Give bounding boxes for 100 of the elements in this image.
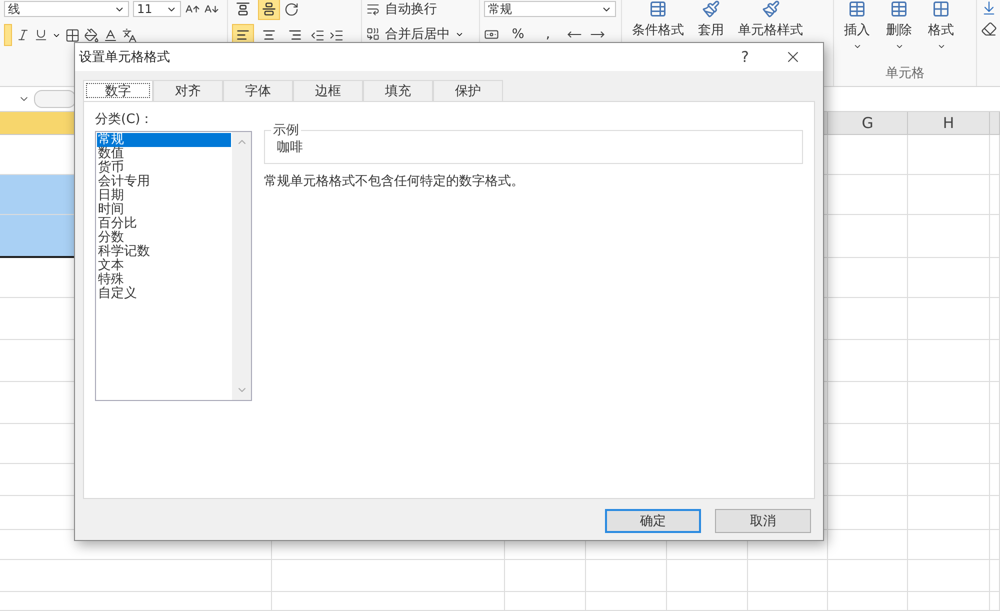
sheet-cell[interactable] bbox=[828, 258, 908, 298]
category-item[interactable]: 会计专用 bbox=[97, 175, 231, 189]
category-item[interactable]: 常规 bbox=[97, 133, 231, 147]
sheet-cell[interactable] bbox=[667, 592, 748, 611]
sheet-cell[interactable] bbox=[828, 340, 908, 382]
sheet-cell[interactable] bbox=[908, 382, 990, 424]
column-header[interactable]: H bbox=[908, 112, 990, 135]
formula-bar-handle[interactable] bbox=[34, 90, 76, 108]
sheet-cell[interactable] bbox=[0, 592, 272, 611]
sheet-cell[interactable] bbox=[990, 496, 1000, 530]
sheet-cell[interactable] bbox=[667, 560, 748, 592]
sheet-cell[interactable] bbox=[272, 560, 505, 592]
category-item[interactable]: 时间 bbox=[97, 203, 231, 217]
cells-button[interactable]: 插入 bbox=[838, 0, 876, 51]
sheet-cell[interactable] bbox=[908, 135, 990, 175]
sheet-cell[interactable] bbox=[908, 215, 990, 258]
cells-button[interactable]: 格式 bbox=[922, 0, 960, 51]
tab[interactable]: 对齐 bbox=[153, 80, 223, 101]
sheet-cell[interactable] bbox=[828, 592, 908, 611]
sheet-cell[interactable] bbox=[828, 215, 908, 258]
category-item[interactable]: 分数 bbox=[97, 231, 231, 245]
tab[interactable]: 填充 bbox=[363, 80, 433, 101]
sheet-cell[interactable] bbox=[828, 560, 908, 592]
help-button[interactable]: ? bbox=[721, 43, 769, 71]
sheet-cell[interactable] bbox=[828, 135, 908, 175]
sheet-cell[interactable] bbox=[990, 592, 1000, 611]
sheet-cell[interactable] bbox=[748, 592, 828, 611]
sheet-cell[interactable] bbox=[908, 424, 990, 464]
sheet-cell[interactable] bbox=[828, 424, 908, 464]
eraser-icon[interactable] bbox=[981, 21, 997, 37]
sheet-cell[interactable] bbox=[828, 530, 908, 560]
sheet-cell[interactable] bbox=[990, 258, 1000, 298]
category-item[interactable]: 百分比 bbox=[97, 217, 231, 231]
comma-button[interactable]: , bbox=[537, 23, 559, 45]
style-button[interactable]: 单元格样式 bbox=[732, 0, 809, 39]
sheet-cell[interactable] bbox=[990, 298, 1000, 340]
sheet-cell[interactable] bbox=[908, 464, 990, 496]
orientation-icon[interactable] bbox=[284, 2, 299, 16]
category-item[interactable]: 日期 bbox=[97, 189, 231, 203]
decrease-indent-icon[interactable] bbox=[310, 28, 325, 42]
caret-icon[interactable] bbox=[852, 42, 862, 51]
caret-icon[interactable] bbox=[894, 42, 904, 51]
border-icon[interactable] bbox=[65, 28, 80, 42]
sheet-cell[interactable] bbox=[748, 560, 828, 592]
column-header[interactable] bbox=[990, 112, 1000, 135]
sheet-cell[interactable] bbox=[908, 298, 990, 340]
sheet-cell[interactable] bbox=[908, 340, 990, 382]
sheet-cell[interactable] bbox=[908, 530, 990, 560]
sheet-cell[interactable] bbox=[0, 560, 272, 592]
wrap-text-button[interactable]: 自动换行 bbox=[384, 0, 438, 20]
sheet-cell[interactable] bbox=[828, 382, 908, 424]
sheet-cell[interactable] bbox=[908, 496, 990, 530]
category-item[interactable]: 数值 bbox=[97, 147, 231, 161]
phonetic-icon[interactable] bbox=[122, 28, 137, 42]
sheet-cell[interactable] bbox=[990, 560, 1000, 592]
sheet-cell[interactable] bbox=[908, 258, 990, 298]
sheet-cell[interactable] bbox=[828, 496, 908, 530]
sheet-cell[interactable] bbox=[505, 560, 586, 592]
fill-icon[interactable] bbox=[84, 28, 99, 42]
sheet-cell[interactable] bbox=[990, 340, 1000, 382]
merge-icon[interactable] bbox=[366, 27, 380, 41]
sheet-cell[interactable] bbox=[828, 298, 908, 340]
percent-button[interactable]: % bbox=[507, 23, 529, 45]
vertical-align-button[interactable] bbox=[258, 0, 280, 20]
merge-center-button[interactable]: 合并后居中 bbox=[384, 23, 451, 45]
sheet-cell[interactable] bbox=[828, 464, 908, 496]
sheet-cell[interactable] bbox=[990, 464, 1000, 496]
font-name-field[interactable]: 线 bbox=[4, 1, 129, 17]
style-button[interactable]: 条件格式 bbox=[626, 0, 690, 39]
font-size-field[interactable]: 11 bbox=[133, 1, 181, 17]
sheet-cell[interactable] bbox=[990, 135, 1000, 175]
sheet-cell[interactable] bbox=[908, 592, 990, 611]
cancel-button[interactable]: 取消 bbox=[715, 509, 811, 533]
sheet-cell[interactable] bbox=[828, 175, 908, 215]
tab[interactable]: 边框 bbox=[293, 80, 363, 101]
caret-icon[interactable] bbox=[936, 42, 946, 51]
sheet-cell[interactable] bbox=[990, 382, 1000, 424]
tab[interactable]: 保护 bbox=[433, 80, 503, 101]
sheet-cell[interactable] bbox=[908, 560, 990, 592]
fill-down-icon[interactable] bbox=[981, 0, 997, 16]
column-header[interactable]: G bbox=[828, 112, 908, 135]
italic-icon[interactable] bbox=[16, 28, 30, 42]
sheet-cell[interactable] bbox=[586, 592, 667, 611]
sheet-cell[interactable] bbox=[505, 592, 586, 611]
category-item[interactable]: 科学记数 bbox=[97, 245, 231, 259]
tab[interactable]: 字体 bbox=[223, 80, 293, 101]
sheet-cell[interactable] bbox=[990, 175, 1000, 215]
number-format-field[interactable]: 常规 bbox=[484, 1, 616, 17]
underline-icon[interactable] bbox=[34, 28, 48, 42]
cells-button[interactable]: 删除 bbox=[880, 0, 918, 51]
category-item[interactable]: 文本 bbox=[97, 259, 231, 273]
sheet-cell[interactable] bbox=[990, 215, 1000, 258]
scrollbar[interactable] bbox=[232, 132, 251, 400]
category-item[interactable]: 特殊 bbox=[97, 273, 231, 287]
sheet-cell[interactable] bbox=[990, 530, 1000, 560]
category-item[interactable]: 货币 bbox=[97, 161, 231, 175]
style-button[interactable]: 套用 bbox=[692, 0, 730, 39]
sheet-cell[interactable] bbox=[586, 560, 667, 592]
tab[interactable]: 数字 bbox=[83, 80, 153, 101]
sheet-cell[interactable] bbox=[272, 592, 505, 611]
